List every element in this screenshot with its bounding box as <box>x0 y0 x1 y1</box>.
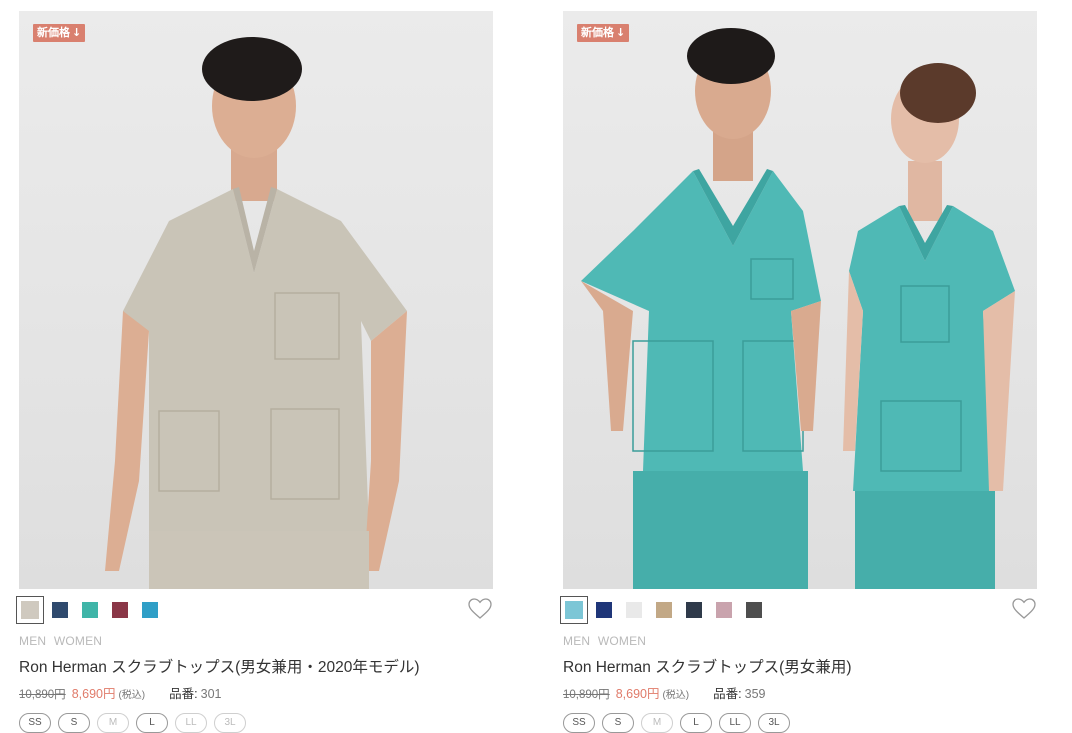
color-swatch[interactable] <box>560 596 588 624</box>
color-swatch-row <box>560 595 1037 631</box>
size-tags: SS S M L LL 3L <box>19 713 493 733</box>
heart-icon[interactable] <box>1011 597 1037 621</box>
color-swatch[interactable] <box>112 602 128 618</box>
product-code: 301 <box>200 687 222 701</box>
color-swatch[interactable] <box>142 602 158 618</box>
tax-note: (税込) <box>118 690 146 701</box>
size-tag: M <box>97 713 129 733</box>
color-swatch-row <box>16 595 493 631</box>
heart-icon[interactable] <box>467 597 493 621</box>
product-title[interactable]: Ron Herman スクラブトップス(男女兼用) <box>563 655 1037 677</box>
color-swatch[interactable] <box>686 602 702 618</box>
model-photo <box>105 37 407 589</box>
product-code-label: 品番: <box>713 687 742 701</box>
size-tag: L <box>680 713 712 733</box>
models-photo <box>581 28 1015 589</box>
arrow-down-icon: ↓ <box>72 26 82 39</box>
color-swatches <box>16 595 493 625</box>
color-swatch[interactable] <box>82 602 98 618</box>
color-swatch[interactable] <box>596 602 612 618</box>
price-row: 10,890円 8,690円 (税込) 品番: 359 <box>563 683 1037 702</box>
arrow-down-icon: ↓ <box>616 26 626 39</box>
color-swatch[interactable] <box>52 602 68 618</box>
size-tag: LL <box>719 713 751 733</box>
color-swatch[interactable] <box>716 602 732 618</box>
sale-price: 8,690円 <box>615 687 660 701</box>
size-tag: 3L <box>214 713 246 733</box>
product-code: 359 <box>744 687 766 701</box>
size-tag: SS <box>19 713 51 733</box>
size-tag: S <box>58 713 90 733</box>
size-tag: LL <box>175 713 207 733</box>
sale-price: 8,690円 <box>71 687 116 701</box>
gender-women: WOMEN <box>53 634 103 648</box>
size-tag: S <box>602 713 634 733</box>
new-price-badge: 新価格 ↓ <box>577 24 630 42</box>
size-tag: L <box>136 713 168 733</box>
gender-women: WOMEN <box>597 634 647 648</box>
badge-label: 新価格 <box>581 26 614 39</box>
size-tag: 3L <box>758 713 790 733</box>
size-tag: M <box>641 713 673 733</box>
product-code-label: 品番: <box>169 687 198 701</box>
original-price: 10,890円 <box>563 689 610 701</box>
price-row: 10,890円 8,690円 (税込) 品番: 301 <box>19 683 493 702</box>
color-swatches <box>560 595 1037 625</box>
product-card[interactable]: 新価格 ↓ MEN WOMEN Ron Herman スクラブトップス(男女兼用… <box>560 11 1037 733</box>
size-tag: SS <box>563 713 595 733</box>
product-image[interactable]: 新価格 ↓ <box>563 11 1037 589</box>
product-card[interactable]: 新価格 ↓ MEN WOMEN Ron Herman スクラブトップス(男女兼用… <box>16 11 493 733</box>
gender-men: MEN <box>563 634 591 648</box>
size-tags: SS S M L LL 3L <box>563 713 1037 733</box>
new-price-badge: 新価格 ↓ <box>33 24 86 42</box>
gender-men: MEN <box>19 634 47 648</box>
color-swatch[interactable] <box>626 602 642 618</box>
badge-label: 新価格 <box>37 26 70 39</box>
product-title[interactable]: Ron Herman スクラブトップス(男女兼用・2020年モデル) <box>19 655 493 677</box>
gender-labels: MEN WOMEN <box>19 634 493 648</box>
color-swatch[interactable] <box>16 596 44 624</box>
gender-labels: MEN WOMEN <box>563 634 1037 648</box>
tax-note: (税込) <box>662 690 690 701</box>
product-image[interactable]: 新価格 ↓ <box>19 11 493 589</box>
color-swatch[interactable] <box>746 602 762 618</box>
color-swatch[interactable] <box>656 602 672 618</box>
original-price: 10,890円 <box>19 689 66 701</box>
